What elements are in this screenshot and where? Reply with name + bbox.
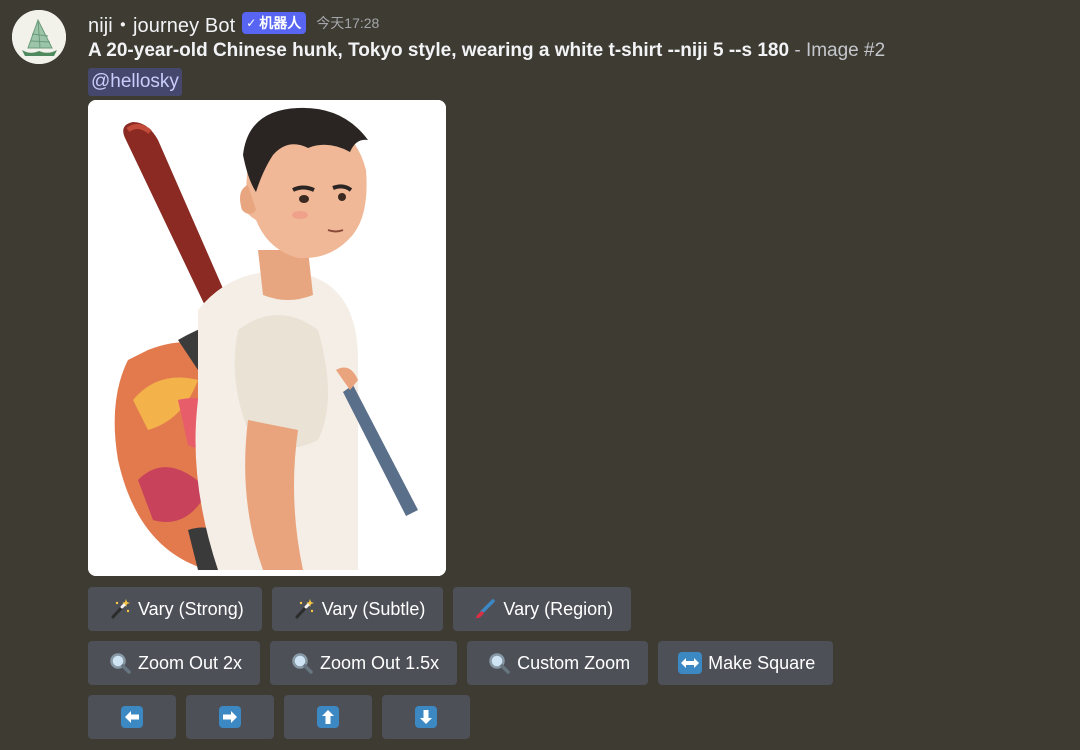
bot-tag-label: 机器人 — [259, 14, 302, 31]
check-icon: ✓ — [246, 15, 257, 30]
left-right-arrow-icon — [678, 651, 703, 675]
vary-subtle-button[interactable]: Vary (Subtle) — [271, 587, 444, 631]
bot-avatar[interactable] — [12, 10, 66, 64]
pan-button-row — [88, 695, 470, 739]
zoom-out-1-5x-label: Zoom Out 1.5x — [320, 652, 440, 673]
vary-strong-button[interactable]: Vary (Strong) — [88, 587, 262, 631]
custom-zoom-button[interactable]: Custom Zoom — [467, 641, 649, 685]
make-square-button[interactable]: Make Square — [658, 641, 834, 685]
prompt-text: A 20-year-old Chinese hunk, Tokyo style,… — [88, 40, 790, 61]
magic-wand-icon — [292, 597, 316, 621]
zoom-button-row: Zoom Out 2x Zoom Out 1.5x Custom Zoom Ma… — [88, 641, 834, 685]
vary-subtle-label: Vary (Subtle) — [321, 598, 426, 619]
magnifier-icon — [487, 651, 511, 675]
zoom-out-2x-label: Zoom Out 2x — [138, 652, 243, 673]
message-content: A 20-year-old Chinese hunk, Tokyo style,… — [88, 40, 885, 62]
arrow-left-icon — [120, 705, 144, 729]
vary-strong-label: Vary (Strong) — [138, 598, 244, 619]
magnifier-icon — [290, 651, 314, 675]
magic-wand-icon — [108, 597, 132, 621]
bot-tag: ✓ 机器人 — [242, 12, 307, 34]
generated-image[interactable] — [88, 100, 446, 576]
make-square-label: Make Square — [708, 652, 816, 673]
zoom-out-2x-button[interactable]: Zoom Out 2x — [88, 641, 261, 685]
vary-region-label: Vary (Region) — [503, 598, 614, 619]
author-name[interactable]: niji・journey Bot — [88, 9, 235, 38]
zoom-out-1-5x-button[interactable]: Zoom Out 1.5x — [270, 641, 458, 685]
paintbrush-icon — [473, 597, 497, 621]
variation-button-row: Vary (Strong) Vary (Subtle) Vary (Region… — [88, 587, 632, 631]
anime-illustration — [88, 100, 446, 576]
message-header: niji・journey Bot ✓ 机器人 今天17:28 — [88, 9, 379, 38]
image-suffix: - Image #2 — [789, 40, 886, 61]
arrow-up-icon — [316, 705, 340, 729]
sailboat-logo-icon — [12, 10, 66, 64]
arrow-down-icon — [414, 705, 438, 729]
magnifier-icon — [108, 651, 132, 675]
pan-down-button[interactable] — [382, 695, 470, 739]
user-mention[interactable]: @hellosky — [88, 68, 182, 96]
chat-message: niji・journey Bot ✓ 机器人 今天17:28 A 20-year… — [0, 0, 1080, 750]
timestamp[interactable]: 今天17:28 — [316, 13, 379, 33]
pan-right-button[interactable] — [186, 695, 274, 739]
pan-left-button[interactable] — [88, 695, 176, 739]
custom-zoom-label: Custom Zoom — [517, 652, 631, 673]
vary-region-button[interactable]: Vary (Region) — [453, 587, 632, 631]
pan-up-button[interactable] — [284, 695, 372, 739]
arrow-right-icon — [218, 705, 242, 729]
